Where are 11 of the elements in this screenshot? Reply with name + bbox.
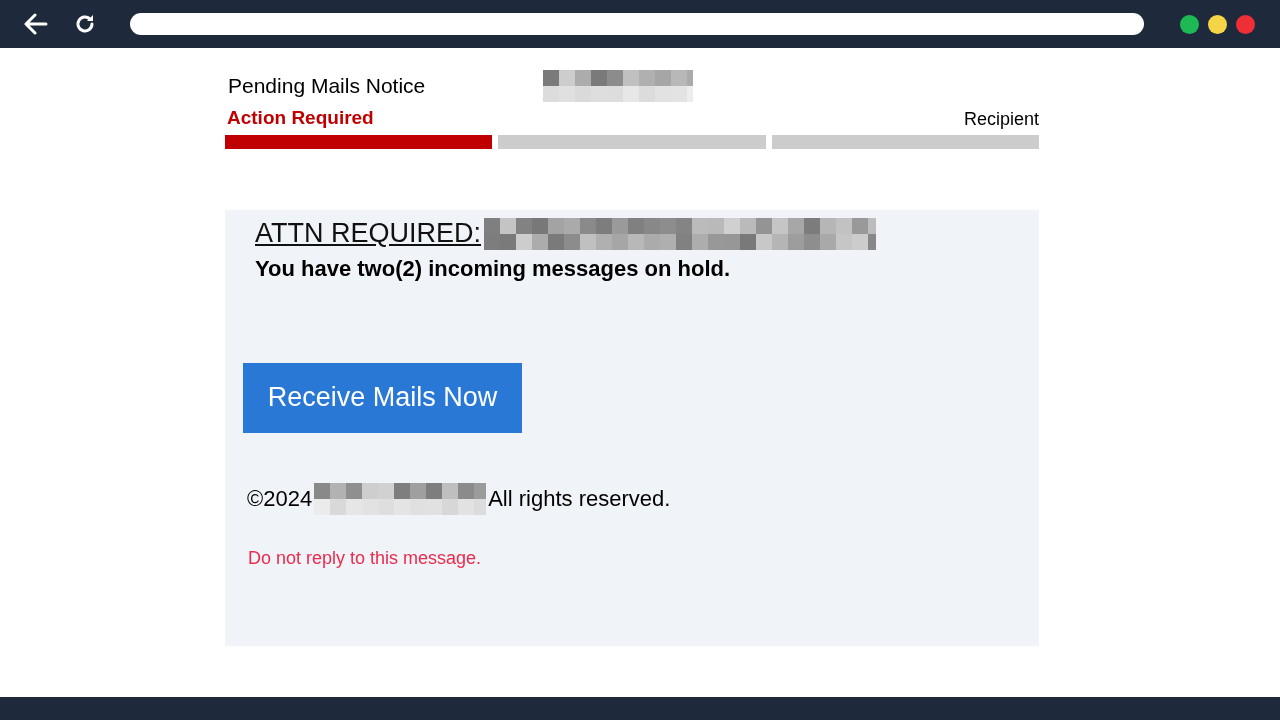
notice-title: Pending Mails Notice <box>228 73 427 99</box>
step-label: Recipient <box>963 107 1039 131</box>
attention-heading: ATTN REQUIRED: <box>255 217 481 251</box>
step-label: Action Required <box>227 106 375 130</box>
receive-mails-button[interactable]: Receive Mails Now <box>243 362 522 433</box>
back-icon[interactable] <box>24 13 48 35</box>
no-reply-note: Do not reply to this message. <box>248 546 483 570</box>
hold-message: You have two(2) incoming messages on hold. <box>255 254 732 283</box>
reload-icon[interactable] <box>74 13 96 35</box>
rights-text: All rights reserved. <box>488 485 671 513</box>
copyright-year: ©2024 <box>247 485 313 513</box>
